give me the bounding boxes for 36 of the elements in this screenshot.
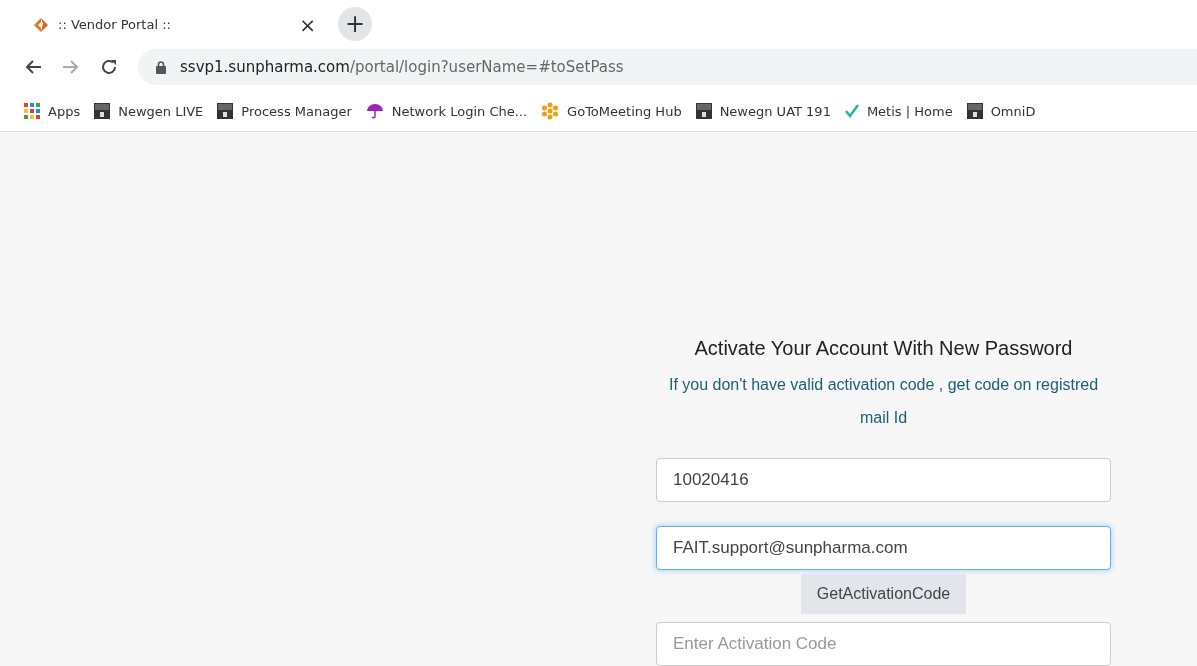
bookmark[interactable]: Apps: [24, 103, 81, 120]
input-field[interactable]: FAIT.support@sunpharma.com: [656, 526, 1111, 570]
bookmark-label: Apps: [48, 103, 81, 119]
bookmark[interactable]: GoToMeeting Hub: [541, 102, 682, 121]
apps-grid-icon: [24, 103, 40, 120]
bookmark[interactable]: Network Login Che...: [365, 102, 528, 121]
back-icon[interactable]: [24, 59, 42, 76]
bookmark-label: Newegn UAT 191: [719, 103, 831, 119]
hint-text: If you don't have valid activation code , get code on registred mail Id: [667, 375, 1100, 428]
bookmark[interactable]: Newegn UAT 191: [695, 103, 831, 120]
bookmark-label: OmniD: [990, 103, 1036, 119]
bookmark[interactable]: Process Manager: [217, 103, 352, 120]
bookmark-label: Process Manager: [241, 103, 352, 119]
bookmark-label: Network Login Che...: [391, 103, 528, 119]
lock-icon: [156, 61, 166, 74]
activation-code-field[interactable]: Enter Activation Code: [656, 622, 1111, 666]
bookmark[interactable]: OmniD: [966, 103, 1036, 120]
input-field[interactable]: 10020416: [656, 458, 1111, 502]
url-host: ssvp1.sunpharma.com: [180, 58, 350, 77]
url-path: /portal/login?userName=#toSetPass: [349, 58, 624, 77]
checkmark-icon: [844, 104, 859, 119]
asterisk-icon: [541, 102, 560, 121]
tab-title: :: Vendor Portal ::: [58, 17, 172, 33]
reload-icon[interactable]: [100, 58, 118, 77]
bookmark-label: GoToMeeting Hub: [567, 103, 682, 119]
address-bar[interactable]: ssvp1.sunpharma.com/portal/login?userName=#toSetPass: [138, 49, 1197, 86]
logo-icon: [32, 15, 50, 34]
bookmark[interactable]: Newgen LIVE: [94, 103, 204, 120]
close-tab-button[interactable]: ×: [299, 12, 316, 37]
bookmark-label: Metis | Home: [866, 103, 953, 119]
bookmark-label: Newgen LIVE: [118, 103, 204, 119]
umbrella-icon: [365, 102, 384, 121]
bookmark[interactable]: Metis | Home: [844, 103, 953, 119]
new-tab-button[interactable]: +: [338, 6, 372, 41]
get-activation-code-button[interactable]: GetActivationCode: [800, 574, 967, 614]
form-title: Activate Your Account With New Password: [694, 337, 1073, 360]
